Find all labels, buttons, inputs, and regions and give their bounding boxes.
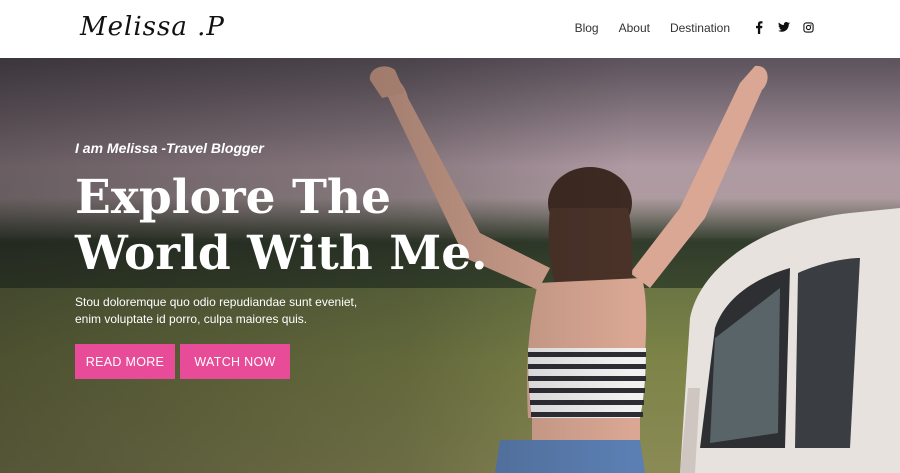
hero-headline: Explore The World With Me. [75, 170, 495, 282]
site-header: Melissa .P Blog About Destination [0, 0, 900, 58]
hero-description: Stou doloremque quo odio repudiandae sun… [75, 294, 375, 328]
hero-description-line1: Stou doloremque quo odio repudiandae sun… [75, 295, 358, 309]
hero-headline-line1: Explore The [75, 170, 391, 225]
instagram-icon[interactable] [802, 20, 815, 34]
nav-link-destination[interactable]: Destination [670, 21, 730, 35]
twitter-icon[interactable] [777, 20, 790, 34]
hero-tagline: I am Melissa -Travel Blogger [75, 140, 264, 156]
watch-now-button[interactable]: WATCH NOW [180, 344, 290, 379]
main-nav: Blog About Destination [575, 21, 730, 35]
nav-link-about[interactable]: About [619, 21, 650, 35]
nav-link-blog[interactable]: Blog [575, 21, 599, 35]
hero-headline-line2: World With Me. [75, 226, 488, 281]
logo[interactable]: Melissa .P [80, 12, 225, 42]
hero-description-line2: enim voluptate id porro, culpa maiores q… [75, 312, 308, 326]
facebook-icon[interactable] [752, 20, 765, 34]
social-links [752, 20, 815, 34]
read-more-button[interactable]: READ MORE [75, 344, 175, 379]
hero-section: I am Melissa -Travel Blogger Explore The… [0, 58, 900, 473]
